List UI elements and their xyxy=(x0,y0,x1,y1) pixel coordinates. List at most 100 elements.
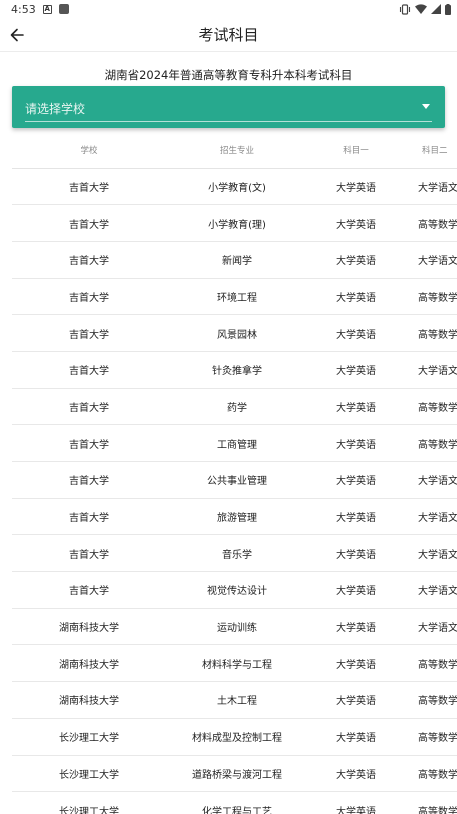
cell-major: 化学工程与工艺 xyxy=(166,791,308,814)
cell-major: 风景园林 xyxy=(166,314,308,352)
cell-subject-2: 大学语文 xyxy=(404,461,457,499)
cell-subject-1: 大学英语 xyxy=(308,204,404,242)
cell-subject-2: 高等数学 xyxy=(404,388,457,426)
cell-subject-1: 大学英语 xyxy=(308,278,404,316)
signal-icon xyxy=(431,4,441,14)
status-bar: 4:53 A xyxy=(0,0,457,18)
header-major: 招生专业 xyxy=(166,132,308,169)
status-time: 4:53 xyxy=(11,2,36,16)
cell-subject-1: 大学英语 xyxy=(308,534,404,573)
table-row[interactable]: 长沙理工大学 道路桥梁与渡河工程 大学英语 高等数学 xyxy=(12,755,457,793)
cell-major: 道路桥梁与渡河工程 xyxy=(166,755,308,793)
cell-school: 吉首大学 xyxy=(12,351,166,389)
cell-subject-2: 大学语文 xyxy=(404,168,457,206)
table-row[interactable]: 湖南科技大学 运动训练 大学英语 大学语文 xyxy=(12,608,457,646)
back-button[interactable] xyxy=(5,23,29,47)
table-row[interactable]: 吉首大学 公共事业管理 大学英语 大学语文 xyxy=(12,461,457,499)
cell-subject-1: 大学英语 xyxy=(308,314,404,352)
table-row[interactable]: 吉首大学 新闻学 大学英语 大学语文 xyxy=(12,241,457,279)
cell-subject-1: 大学英语 xyxy=(308,718,404,756)
status-left: 4:53 A xyxy=(11,3,69,16)
cell-school: 吉首大学 xyxy=(12,534,166,573)
cell-school: 吉首大学 xyxy=(12,571,166,609)
cell-major: 运动训练 xyxy=(166,608,308,646)
cell-subject-1: 大学英语 xyxy=(308,461,404,499)
cell-major: 公共事业管理 xyxy=(166,461,308,499)
cell-subject-2: 高等数学 xyxy=(404,755,457,793)
cell-major: 音乐学 xyxy=(166,534,308,573)
cell-subject-2: 大学语文 xyxy=(404,351,457,389)
cell-subject-2: 高等数学 xyxy=(404,314,457,352)
school-select[interactable]: 请选择学校 xyxy=(12,86,445,128)
cell-subject-2: 大学语文 xyxy=(404,571,457,609)
cell-subject-2: 大学语文 xyxy=(404,608,457,646)
cell-subject-1: 大学英语 xyxy=(308,241,404,279)
cell-subject-1: 大学英语 xyxy=(308,571,404,609)
table-row[interactable]: 吉首大学 药学 大学英语 高等数学 xyxy=(12,388,457,426)
header-subject-1: 科目一 xyxy=(308,132,404,169)
table-row[interactable]: 吉首大学 音乐学 大学英语 大学语文 xyxy=(12,534,457,573)
subjects-table-container[interactable]: 学校 招生专业 科目一 科目二 吉首大学 小学教育(文) 大学英语 大学语文 吉首大学小… xyxy=(12,132,457,814)
cell-subject-1: 大学英语 xyxy=(308,351,404,389)
cell-subject-2: 大学语文 xyxy=(404,241,457,279)
cell-school: 吉首大学 xyxy=(12,461,166,499)
cell-major: 小学教育(理) xyxy=(166,204,308,242)
table-header-row: 学校 招生专业 科目一 科目二 xyxy=(12,132,457,169)
header-school: 学校 xyxy=(12,132,166,169)
cell-school: 吉首大学 xyxy=(12,314,166,352)
table-row[interactable]: 吉首大学 旅游管理 大学英语 大学语文 xyxy=(12,498,457,536)
cell-school: 吉首大学 xyxy=(12,168,166,206)
table-row[interactable]: 长沙理工大学 材料成型及控制工程 大学英语 高等数学 xyxy=(12,718,457,756)
cell-subject-1: 大学英语 xyxy=(308,608,404,646)
table-row[interactable]: 吉首大学 环境工程 大学英语 高等数学 xyxy=(12,278,457,316)
cell-school: 长沙理工大学 xyxy=(12,791,166,814)
cell-school: 吉首大学 xyxy=(12,278,166,316)
cell-subject-2: 高等数学 xyxy=(404,718,457,756)
cell-major: 针灸推拿学 xyxy=(166,351,308,389)
table-row[interactable]: 吉首大学 小学教育(理) 大学英语 高等数学 xyxy=(12,204,457,242)
cell-major: 材料科学与工程 xyxy=(166,644,308,683)
cell-major: 药学 xyxy=(166,388,308,426)
cell-major: 旅游管理 xyxy=(166,498,308,536)
cell-subject-2: 大学语文 xyxy=(404,534,457,573)
table-row[interactable]: 湖南科技大学 土木工程 大学英语 高等数学 xyxy=(12,681,457,719)
a-icon: A xyxy=(42,4,52,14)
table-row[interactable]: 吉首大学 工商管理 大学英语 高等数学 xyxy=(12,424,457,462)
table-row[interactable]: 长沙理工大学 化学工程与工艺 大学英语 高等数学 xyxy=(12,791,457,814)
vibrate-icon xyxy=(399,3,411,15)
cell-subject-1: 大学英语 xyxy=(308,791,404,814)
arrow-left-icon xyxy=(10,28,24,42)
cell-subject-2: 高等数学 xyxy=(404,791,457,814)
cell-school: 吉首大学 xyxy=(12,424,166,462)
table-row[interactable]: 吉首大学 风景园林 大学英语 高等数学 xyxy=(12,314,457,352)
table-row[interactable]: 吉首大学 视觉传达设计 大学英语 大学语文 xyxy=(12,571,457,609)
cell-school: 长沙理工大学 xyxy=(12,718,166,756)
status-right xyxy=(399,3,451,15)
cell-subject-1: 大学英语 xyxy=(308,681,404,719)
cell-subject-1: 大学英语 xyxy=(308,644,404,683)
table-row[interactable]: 湖南科技大学 材料科学与工程 大学英语 高等数学 xyxy=(12,644,457,683)
cell-subject-2: 高等数学 xyxy=(404,424,457,462)
cell-major: 环境工程 xyxy=(166,278,308,316)
cell-subject-1: 大学英语 xyxy=(308,168,404,206)
cell-subject-1: 大学英语 xyxy=(308,424,404,462)
table-row[interactable]: 吉首大学 针灸推拿学 大学英语 大学语文 xyxy=(12,351,457,389)
exam-heading: 湖南省2024年普通高等教育专科升本科考试科目 xyxy=(104,68,353,82)
cell-subject-2: 高等数学 xyxy=(404,681,457,719)
table-row[interactable]: 吉首大学 小学教育(文) 大学英语 大学语文 xyxy=(12,168,457,206)
header-subject-2: 科目二 xyxy=(404,132,457,169)
table-body: 吉首大学 小学教育(文) 大学英语 大学语文 吉首大学 小学教育(理) 大学英语 高等数学 吉首… xyxy=(12,168,457,814)
cell-major: 材料成型及控制工程 xyxy=(166,718,308,756)
cell-subject-2: 大学语文 xyxy=(404,498,457,536)
cell-subject-2: 高等数学 xyxy=(404,644,457,683)
cell-school: 吉首大学 xyxy=(12,241,166,279)
cell-major: 小学教育(文) xyxy=(166,168,308,206)
cell-major: 新闻学 xyxy=(166,241,308,279)
cell-major: 视觉传达设计 xyxy=(166,571,308,609)
cell-subject-1: 大学英语 xyxy=(308,498,404,536)
cell-subject-2: 高等数学 xyxy=(404,204,457,242)
cell-school: 吉首大学 xyxy=(12,204,166,242)
cell-subject-1: 大学英语 xyxy=(308,388,404,426)
cell-subject-1: 大学英语 xyxy=(308,755,404,793)
page-title: 考试科目 xyxy=(198,26,259,44)
